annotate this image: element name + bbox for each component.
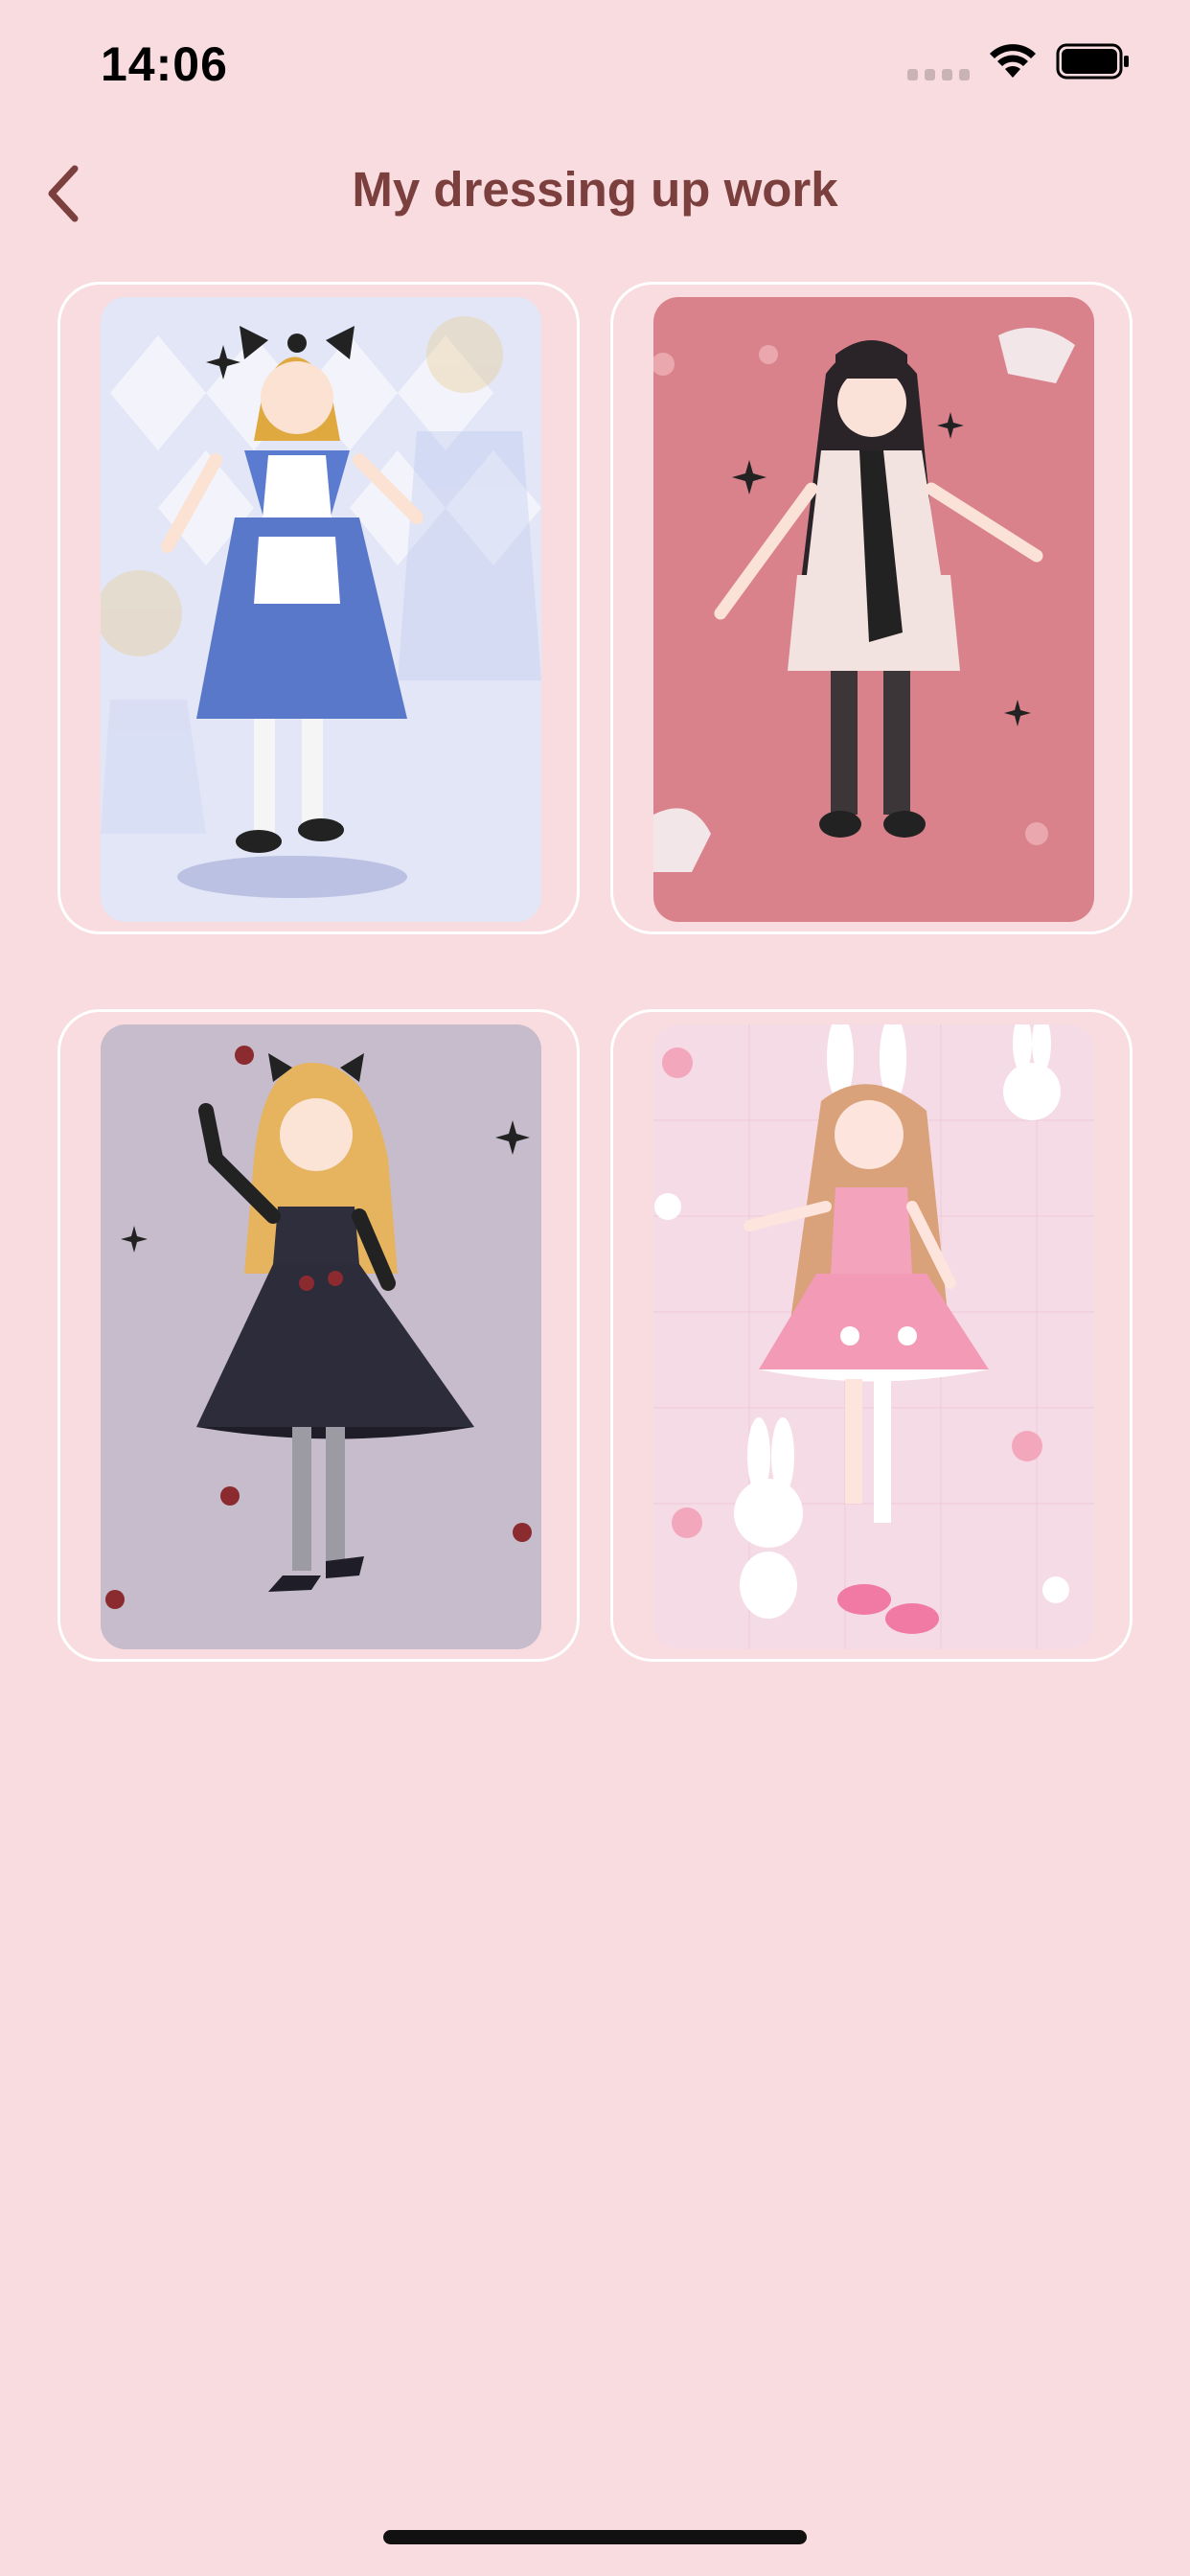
work-image <box>653 297 1094 922</box>
dress-up-character-image <box>101 297 541 922</box>
work-card-1[interactable] <box>57 282 580 934</box>
work-image <box>101 1024 541 1649</box>
wifi-icon <box>990 44 1036 78</box>
battery-icon <box>1056 43 1129 80</box>
work-image <box>653 1024 1094 1649</box>
work-card-3[interactable] <box>57 1009 580 1662</box>
status-icons <box>907 42 1131 80</box>
cellular-signal-icon <box>907 42 970 80</box>
dress-up-character-image <box>653 1024 1094 1649</box>
status-time: 14:06 <box>101 37 228 91</box>
work-card-2[interactable] <box>610 282 1133 934</box>
header: My dressing up work <box>0 134 1190 249</box>
page-title: My dressing up work <box>352 162 838 217</box>
dress-up-character-image <box>653 297 1094 922</box>
home-indicator[interactable] <box>383 2530 807 2544</box>
status-bar: 14:06 <box>0 0 1190 125</box>
work-image <box>101 297 541 922</box>
work-card-4[interactable] <box>610 1009 1133 1662</box>
works-grid <box>57 282 1133 1662</box>
dress-up-character-image <box>101 1024 541 1649</box>
